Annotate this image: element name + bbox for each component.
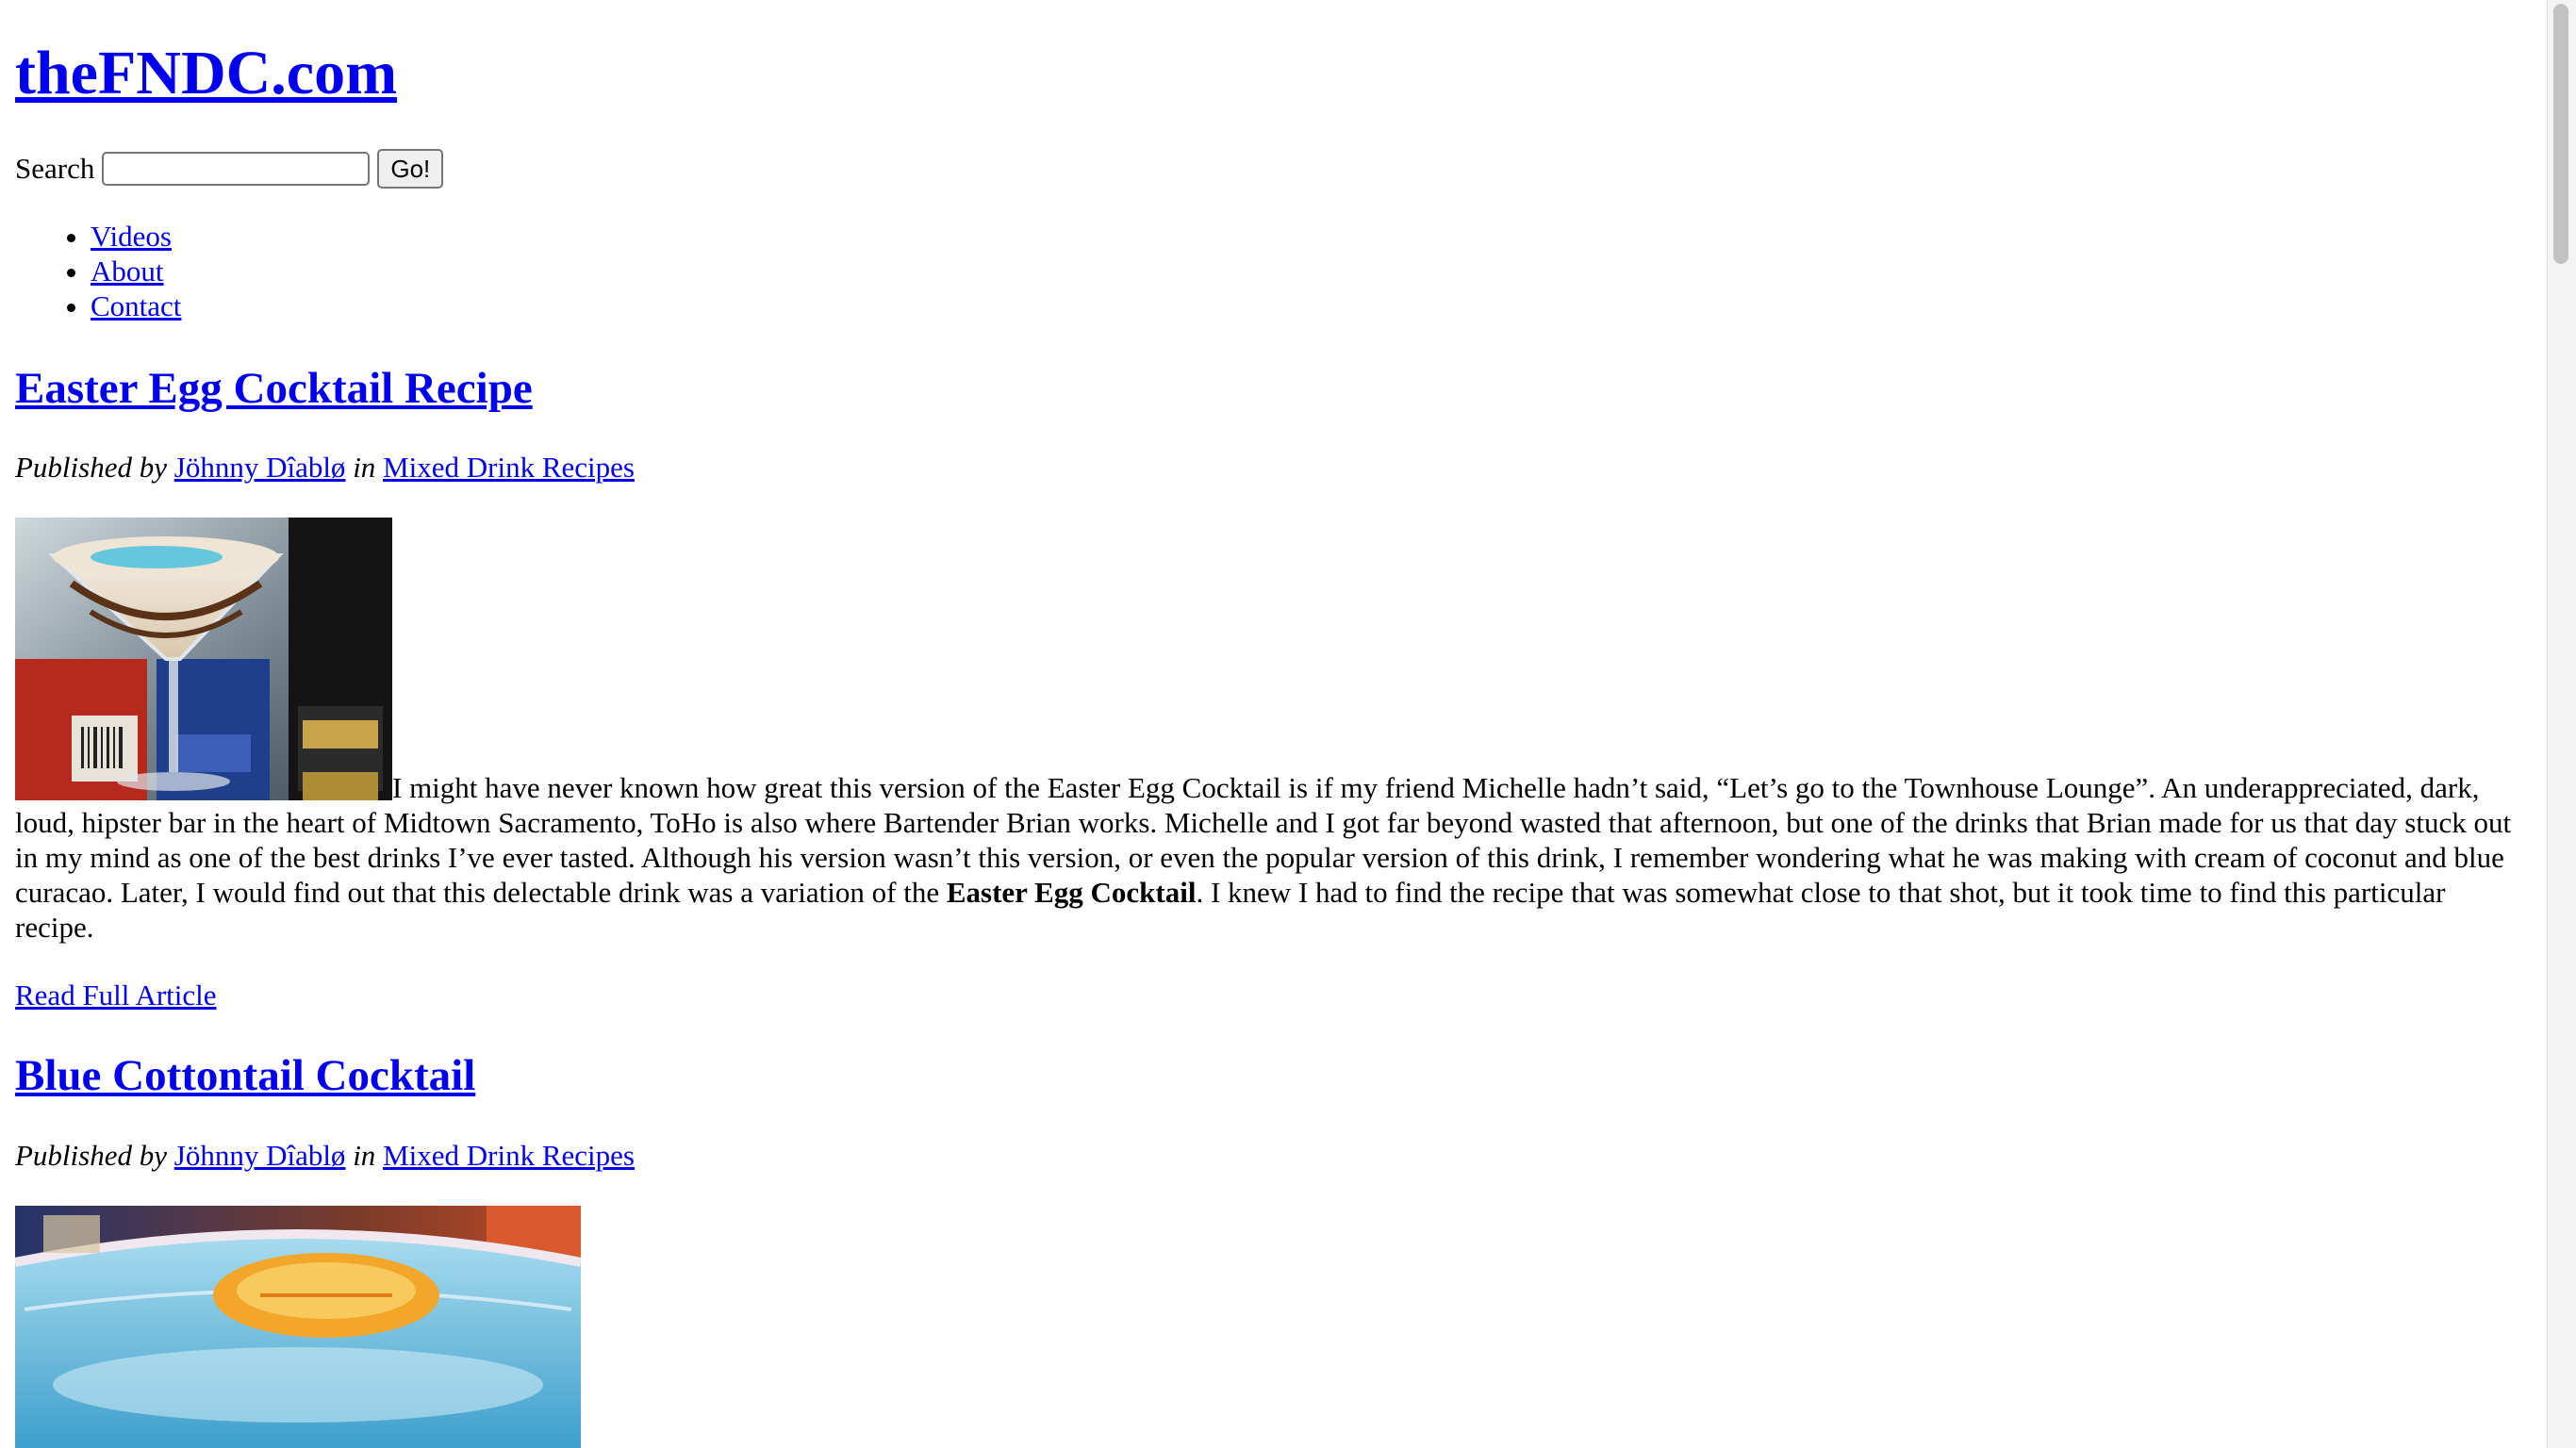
nav-item-videos: Videos (91, 219, 181, 254)
search-form: Search Go! (15, 149, 444, 189)
post-title-2: Blue Cottontail Cocktail (15, 1049, 475, 1102)
author-link[interactable]: Jöhnny Dîablø (174, 451, 346, 484)
search-input[interactable] (102, 152, 371, 186)
thumbnail-spacer (15, 797, 392, 798)
scrollbar-thumb[interactable] (2553, 4, 2568, 264)
post-title-link-2[interactable]: Blue Cottontail Cocktail (15, 1051, 475, 1100)
search-label: Search (15, 152, 95, 185)
nav-link-contact[interactable]: Contact (91, 289, 181, 322)
post-excerpt: I might have never known how great this … (15, 770, 2523, 945)
site-title: theFNDC.com (15, 36, 397, 110)
nav-link-about[interactable]: About (91, 255, 164, 288)
search-go-button[interactable]: Go! (377, 149, 444, 189)
byline-in-2: in (353, 1139, 376, 1172)
site-title-link[interactable]: theFNDC.com (15, 39, 397, 107)
easter-egg-cocktail-image (15, 518, 392, 800)
post-byline: Published by Jöhnny Dîablø in Mixed Drin… (15, 451, 635, 485)
nav-item-about: About (91, 254, 181, 288)
post-thumbnail-blue-cottontail[interactable] (15, 1206, 581, 1448)
byline-prefix: Published by (15, 451, 167, 484)
post-thumbnail-easter-egg[interactable] (15, 518, 392, 800)
post-title-link[interactable]: Easter Egg Cocktail Recipe (15, 364, 533, 413)
category-link[interactable]: Mixed Drink Recipes (383, 451, 635, 484)
vertical-scrollbar[interactable] (2547, 0, 2576, 1448)
post-byline-2: Published by Jöhnny Dîablø in Mixed Drin… (15, 1139, 635, 1173)
byline-in: in (353, 451, 376, 484)
read-full-article-link[interactable]: Read Full Article (15, 979, 217, 1012)
main-nav: Videos About Contact (15, 219, 181, 323)
author-link-2[interactable]: Jöhnny Dîablø (174, 1139, 346, 1172)
read-more: Read Full Article (15, 979, 217, 1012)
nav-item-contact: Contact (91, 288, 181, 323)
excerpt-bold: Easter Egg Cocktail (946, 876, 1197, 909)
blue-cottontail-cocktail-image (15, 1206, 581, 1448)
nav-link-videos[interactable]: Videos (91, 220, 172, 253)
category-link-2[interactable]: Mixed Drink Recipes (383, 1139, 635, 1172)
byline-prefix-2: Published by (15, 1139, 167, 1172)
post-title: Easter Egg Cocktail Recipe (15, 362, 533, 415)
